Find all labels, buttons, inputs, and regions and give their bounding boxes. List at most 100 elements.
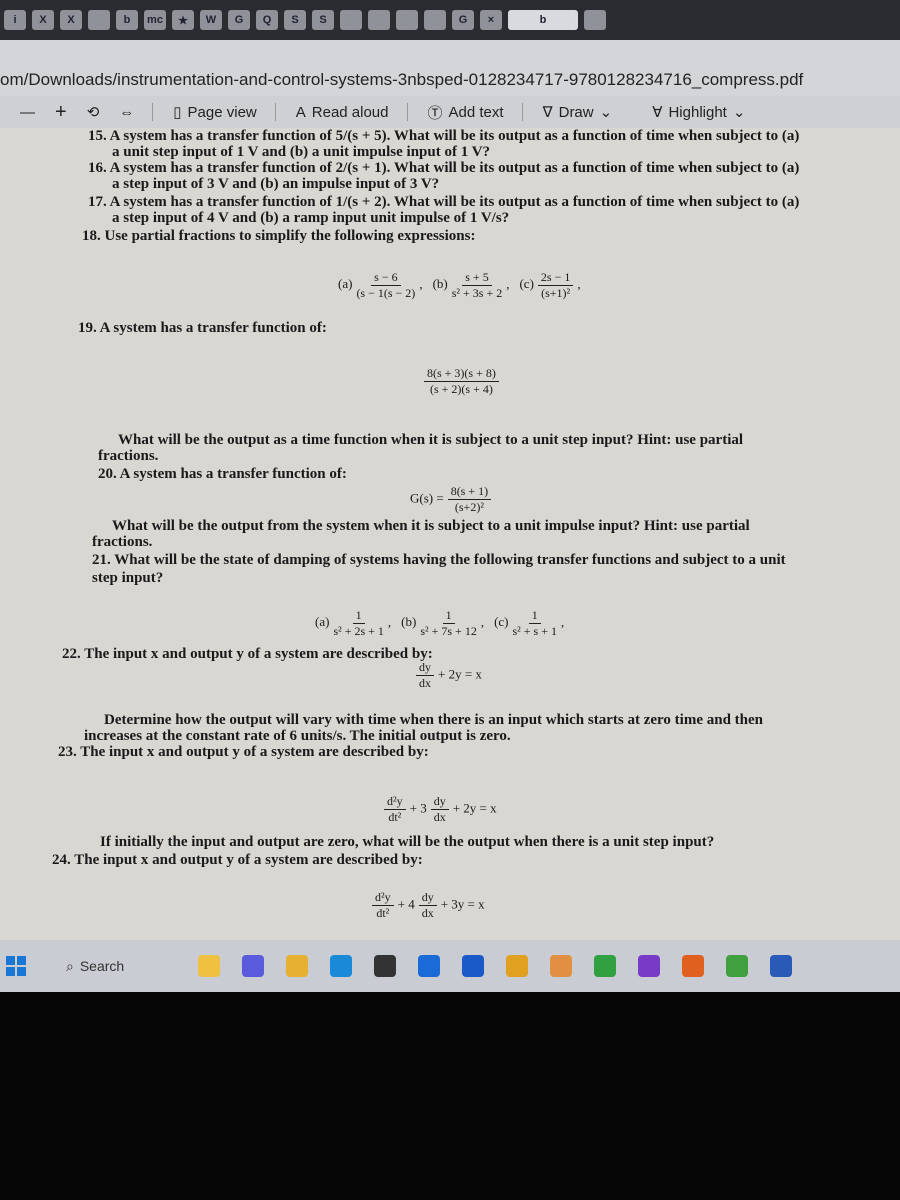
word-icon[interactable] <box>770 955 792 977</box>
denominator: (s+1)² <box>541 286 571 300</box>
mail-icon[interactable] <box>462 955 484 977</box>
browser-tab[interactable]: mc <box>144 10 166 30</box>
browser-tab[interactable]: G <box>452 10 474 30</box>
question-17-cont: a step input of 4 V and (b) a ramp input… <box>112 210 510 226</box>
numerator: d²y <box>372 890 394 906</box>
page-view-icon: ▯ <box>173 104 182 121</box>
expr-label: (c) <box>494 614 509 630</box>
browser-tab[interactable] <box>424 10 446 30</box>
d-app-icon[interactable] <box>726 955 748 977</box>
denominator: dt² <box>376 906 390 920</box>
question-16-cont: a step input of 3 V and (b) an impulse i… <box>112 176 440 192</box>
url-text: om/Downloads/instrumentation-and-control… <box>0 70 804 89</box>
numerator: 1 <box>528 608 541 624</box>
taskbar-search[interactable]: ⌕ Search <box>66 951 166 981</box>
browser-tab[interactable]: X <box>32 10 54 30</box>
browser-tab[interactable] <box>88 10 110 30</box>
fraction: 1 s² + 7s + 12 <box>420 608 476 639</box>
browser-tab[interactable]: Q <box>256 10 278 30</box>
browser-tab[interactable]: × <box>480 10 502 30</box>
q18-expressions: (a) s − 6 (s − 1(s − 2), (b) s + 5 s² + 3s + … <box>338 270 581 301</box>
browser-tab[interactable] <box>340 10 362 30</box>
fraction: 1 s² + s + 1 <box>513 608 557 639</box>
denominator: dx <box>419 676 431 690</box>
question-17: 17. A system has a transfer function of … <box>88 194 800 210</box>
denominator: (s − 1(s − 2) <box>356 286 416 300</box>
visual-studio-icon[interactable] <box>638 955 660 977</box>
q24-equation: d²y dt² + 4 dy dx + 3y = x <box>368 890 485 921</box>
teams-icon[interactable] <box>242 955 264 977</box>
arrow-icon[interactable] <box>418 955 440 977</box>
draw-button[interactable]: ∇ Draw ⌄ <box>542 103 613 122</box>
divider <box>274 103 276 121</box>
browser-tab[interactable] <box>368 10 390 30</box>
expr-label: (b) <box>401 614 417 630</box>
rotate-icon[interactable]: ⟲ <box>87 103 100 121</box>
divider <box>406 103 408 121</box>
expr-label: (b) <box>432 276 448 292</box>
question-18: 18. Use partial fractions to simplify th… <box>82 228 476 244</box>
folder-icon[interactable] <box>286 955 308 977</box>
windows-start-icon[interactable] <box>6 956 26 976</box>
denominator: s² + 7s + 12 <box>420 624 477 638</box>
address-bar[interactable]: om/Downloads/instrumentation-and-control… <box>0 40 900 96</box>
chevron-down-icon: ⌄ <box>599 104 613 121</box>
browser-tab[interactable]: S <box>312 10 334 30</box>
question-23: 23. The input x and output y of a system… <box>58 744 429 760</box>
browser-tab[interactable]: G <box>228 10 250 30</box>
paint-icon[interactable] <box>594 955 616 977</box>
add-text-button[interactable]: Ⓣ Add text <box>428 102 504 123</box>
browser-tab[interactable] <box>396 10 418 30</box>
store-icon[interactable] <box>374 955 396 977</box>
fit-page-icon[interactable]: ⇔ <box>119 104 134 121</box>
question-15-cont: a unit step input of 1 V and (b) a unit … <box>112 144 491 160</box>
snip-icon[interactable] <box>550 955 572 977</box>
chrome-icon[interactable] <box>506 955 528 977</box>
read-aloud-icon: A <box>295 103 306 121</box>
browser-tab[interactable]: b <box>508 10 578 30</box>
divider <box>521 103 523 121</box>
q19-transfer-function: 8(s + 3)(s + 8) (s + 2)(s + 4) <box>420 366 503 397</box>
question-19: 19. A system has a transfer function of: <box>78 320 327 336</box>
numerator: d²y <box>384 794 406 810</box>
browser-tab[interactable]: ★ <box>172 10 194 30</box>
file-explorer-icon[interactable] <box>198 955 220 977</box>
edge-icon[interactable] <box>330 955 352 977</box>
term: + 4 <box>397 896 415 912</box>
lhs: G(s) = <box>410 490 444 506</box>
browser-tab[interactable] <box>584 10 606 30</box>
question-20-cont: What will be the output from the system … <box>112 518 750 534</box>
pdf-page: 15. A system has a transfer function of … <box>0 128 900 940</box>
denominator: (s+2)² <box>454 500 484 514</box>
pen-icon: ∇ <box>542 104 553 121</box>
denominator: s² + 3s + 2 <box>451 286 503 300</box>
numerator: s + 5 <box>462 270 492 286</box>
browser-tab[interactable]: S <box>284 10 306 30</box>
zoom-out-button[interactable]: — <box>20 104 35 121</box>
numerator: dy <box>430 794 449 810</box>
fraction: s + 5 s² + 3s + 2 <box>452 270 502 301</box>
rest: + 2y = x <box>452 800 497 816</box>
text-box-icon: Ⓣ <box>427 104 443 122</box>
q22-equation: dy dx + 2y = x <box>412 660 482 691</box>
question-22: 22. The input x and output y of a system… <box>62 646 433 662</box>
browser-tab[interactable]: b <box>116 10 138 30</box>
zoom-in-button[interactable]: + <box>55 101 67 124</box>
numerator: 8(s + 3)(s + 8) <box>424 366 499 382</box>
highlight-button[interactable]: ∀ Highlight ⌄ <box>652 103 745 122</box>
denominator: s² + s + 1 <box>512 624 557 638</box>
browser-tab[interactable]: W <box>200 10 222 30</box>
numerator: dy <box>418 890 437 906</box>
question-23-cont: If initially the input and output are ze… <box>100 834 715 850</box>
highlighter-icon: ∀ <box>652 104 663 121</box>
q23-equation: d²y dt² + 3 dy dx + 2y = x <box>380 794 497 825</box>
browser-tab[interactable]: i <box>4 10 26 30</box>
numerator: 2s − 1 <box>537 270 574 286</box>
browser-tab-strip: i X Xb mc ★ W G Q S S G × b <box>0 0 900 40</box>
page-view-button[interactable]: ▯ Page view <box>173 103 256 122</box>
question-21: 21. What will be the state of damping of… <box>92 552 786 568</box>
browser-tab[interactable]: X <box>60 10 82 30</box>
firefox-icon[interactable] <box>682 955 704 977</box>
rest: + 3y = x <box>440 896 485 912</box>
read-aloud-button[interactable]: A Read aloud <box>296 104 389 121</box>
